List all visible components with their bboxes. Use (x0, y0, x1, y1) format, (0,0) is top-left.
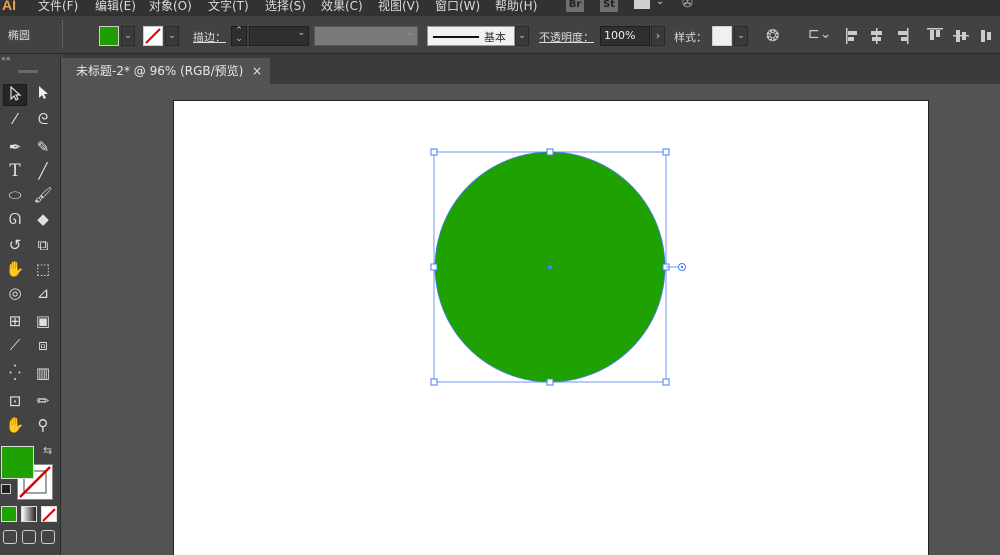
artwork-layer (430, 148, 686, 386)
